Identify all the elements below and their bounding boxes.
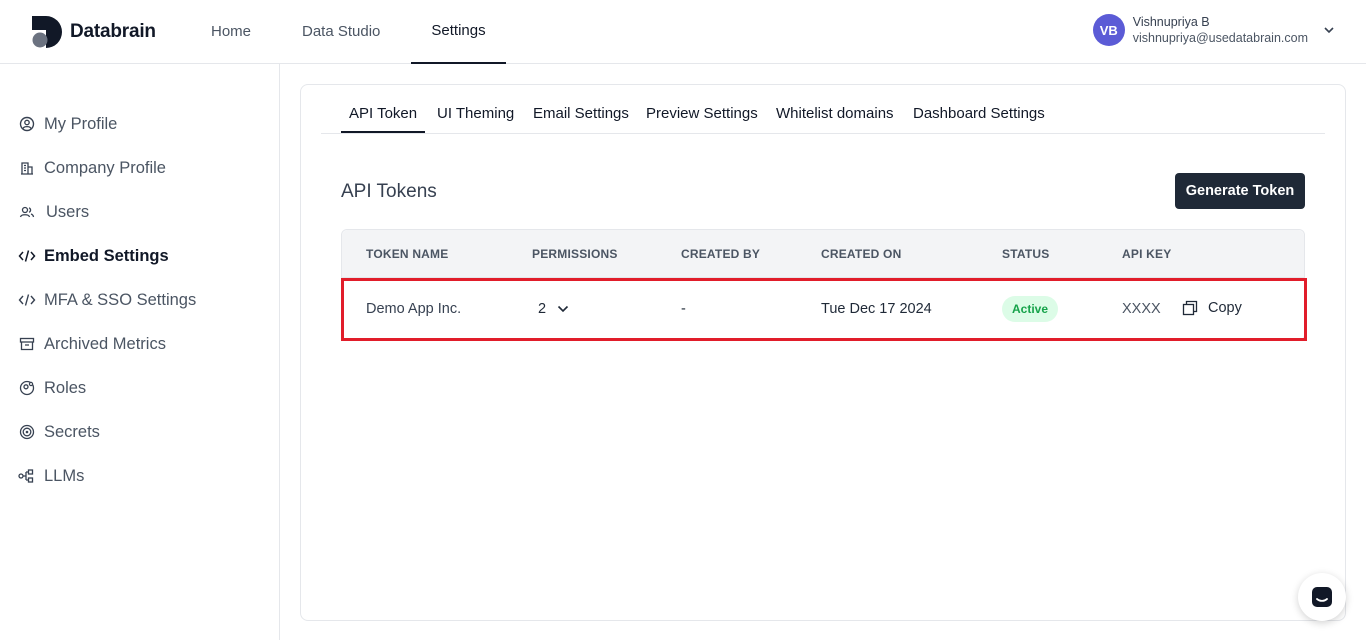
user-name: Vishnupriya B — [1132, 15, 1210, 29]
sidebar-item-archived-metrics[interactable]: Archived Metrics — [18, 332, 166, 356]
header-api-key: API KEY — [1122, 247, 1172, 261]
tab-preview-settings[interactable]: Preview Settings — [646, 101, 758, 133]
users-icon — [18, 203, 36, 221]
copy-button[interactable]: Copy — [1182, 300, 1242, 316]
nav-data-studio[interactable]: Data Studio — [302, 0, 380, 64]
tokens-table: TOKEN NAME PERMISSIONS CREATED BY CREATE… — [341, 229, 1305, 341]
sidebar-item-label: MFA & SSO Settings — [44, 290, 197, 309]
archive-icon — [18, 335, 36, 353]
tab-dashboard-settings[interactable]: Dashboard Settings — [913, 101, 1045, 133]
cell-created-on: Tue Dec 17 2024 — [821, 301, 932, 317]
sidebar-item-label: My Profile — [44, 114, 118, 133]
avatar: VB — [1092, 14, 1125, 46]
top-bar: Databrain Home Data Studio Settings VB V… — [0, 0, 1366, 64]
sidebar-item-secrets[interactable]: Secrets — [18, 420, 100, 444]
sidebar-item-roles[interactable]: Roles — [18, 376, 86, 400]
cell-permissions: 2 — [538, 301, 547, 317]
header-created-on: CREATED ON — [821, 247, 902, 261]
chat-icon — [1312, 587, 1332, 607]
user-circle-icon — [18, 115, 36, 133]
settings-card: API Token UI Theming Email Settings Prev… — [300, 84, 1346, 621]
nav-settings[interactable]: Settings — [411, 0, 506, 64]
sidebar-item-label: Roles — [44, 378, 87, 397]
tab-ui-theming[interactable]: UI Theming — [437, 101, 514, 133]
cell-api-key: XXXX — [1122, 301, 1161, 317]
nav-home[interactable]: Home — [211, 0, 251, 64]
building-icon — [18, 159, 36, 177]
databrain-logo-icon — [32, 16, 62, 48]
header-permissions: PERMISSIONS — [532, 247, 618, 261]
tab-whitelist-domains[interactable]: Whitelist domains — [776, 101, 894, 133]
user-email: vishnupriya@usedatabrain.com — [1132, 31, 1308, 45]
sidebar-item-label: Users — [46, 202, 90, 221]
tab-email-settings[interactable]: Email Settings — [533, 101, 629, 133]
sidebar-item-label: Embed Settings — [44, 246, 169, 265]
logo[interactable]: Databrain — [32, 16, 156, 48]
status-badge: Active — [1002, 296, 1059, 322]
header-token-name: TOKEN NAME — [366, 247, 449, 261]
section-title: API Tokens — [341, 181, 437, 202]
sidebar-item-label: LLMs — [44, 466, 85, 485]
user-menu[interactable]: VB Vishnupriya B vishnupriya@usedatabrai… — [1092, 14, 1336, 46]
sidebar-item-llms[interactable]: LLMs — [18, 464, 84, 488]
header-status: STATUS — [1002, 247, 1050, 261]
cell-token-name: Demo App Inc. — [366, 301, 462, 317]
table-header: TOKEN NAME PERMISSIONS CREATED BY CREATE… — [342, 230, 1304, 278]
sidebar-item-embed-settings[interactable]: Embed Settings — [18, 244, 169, 268]
settings-tabs: API Token UI Theming Email Settings Prev… — [321, 101, 1325, 134]
code-icon — [18, 247, 36, 265]
user-gear-icon — [18, 379, 36, 397]
generate-token-button[interactable]: Generate Token — [1175, 173, 1305, 209]
target-icon — [18, 423, 36, 441]
chat-launcher-button[interactable] — [1298, 573, 1346, 621]
cell-created-by: - — [681, 301, 686, 317]
sidebar-item-label: Archived Metrics — [44, 334, 166, 353]
chevron-down-icon[interactable] — [1322, 23, 1336, 37]
sidebar-item-label: Secrets — [44, 422, 100, 441]
permissions-dropdown[interactable]: 2 — [538, 301, 570, 317]
tab-api-token[interactable]: API Token — [341, 101, 426, 133]
sidebar-item-mfa-sso[interactable]: MFA & SSO Settings — [18, 288, 196, 312]
header-created-by: CREATED BY — [681, 247, 761, 261]
code-icon — [18, 291, 36, 309]
sidebar-item-my-profile[interactable]: My Profile — [18, 112, 117, 136]
copy-label: Copy — [1208, 300, 1242, 316]
nodes-icon — [18, 467, 36, 485]
sidebar-item-users[interactable]: Users — [18, 200, 89, 224]
logo-text: Databrain — [70, 21, 156, 42]
chevron-down-icon — [558, 305, 569, 313]
copy-icon — [1182, 300, 1198, 316]
sidebar-item-label: Company Profile — [44, 158, 166, 177]
sidebar: My Profile Company Profile Users Embed S… — [0, 64, 280, 640]
sidebar-item-company-profile[interactable]: Company Profile — [18, 156, 166, 180]
